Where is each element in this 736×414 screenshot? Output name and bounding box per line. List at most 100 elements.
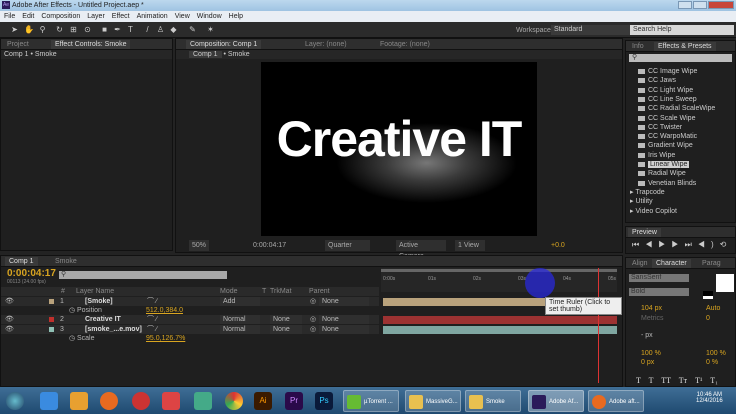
chrome-icon[interactable] <box>225 392 243 410</box>
layer-name[interactable]: [smoke_...e.mov] <box>85 325 142 334</box>
media-player-icon[interactable] <box>70 392 88 410</box>
menu-composition[interactable]: Composition <box>41 13 80 20</box>
pen-tool-icon[interactable]: ✒ <box>113 25 122 34</box>
layer-name[interactable]: Creative IT <box>85 315 121 324</box>
effects-folder[interactable]: ▸ Utility <box>630 197 653 206</box>
brush-tool-icon[interactable]: / <box>143 25 152 34</box>
menu-help[interactable]: Help <box>229 13 243 20</box>
faux-italic-button[interactable]: T <box>649 376 654 385</box>
all-caps-button[interactable]: TT <box>661 376 671 385</box>
parent-dropdown[interactable]: None <box>319 324 369 334</box>
exposure-value[interactable]: +0.0 <box>551 240 565 251</box>
tab-effects-presets[interactable]: Effects & Presets <box>654 42 716 51</box>
rotate-tool-icon[interactable]: ↻ <box>55 25 64 34</box>
mode-dropdown[interactable]: Normal <box>220 324 260 334</box>
menu-view[interactable]: View <box>175 13 190 20</box>
subscript-button[interactable]: T₁ <box>710 376 718 385</box>
layer-row[interactable]: 👁 1 [Smoke] ⌒ ∕ Add ◎ None <box>1 297 379 306</box>
network-icon[interactable] <box>194 392 212 410</box>
composition-viewer[interactable]: Creative IT <box>261 62 537 236</box>
tab-project[interactable]: Project <box>3 40 33 49</box>
eye-icon[interactable]: 👁 <box>5 315 14 324</box>
effect-item[interactable]: CC Jaws <box>636 76 676 85</box>
clone-stamp-tool-icon[interactable]: ♙ <box>156 25 165 34</box>
font-family-dropdown[interactable]: SansSerif <box>629 274 689 282</box>
menu-animation[interactable]: Animation <box>137 13 168 20</box>
eye-icon[interactable]: 👁 <box>5 325 14 334</box>
layer-duration-bar[interactable] <box>383 325 617 334</box>
trkmat-dropdown[interactable]: None <box>270 315 302 325</box>
photoshop-icon[interactable]: Ps <box>315 392 333 410</box>
search-help-input[interactable]: Search Help <box>630 25 734 35</box>
minimize-button[interactable] <box>678 1 692 9</box>
pickwhip-icon[interactable]: ◎ <box>310 297 316 306</box>
font-style-dropdown[interactable]: Bold <box>629 288 689 296</box>
effect-item[interactable]: CC Line Sweep <box>636 95 697 104</box>
downloader-icon[interactable] <box>132 392 150 410</box>
menu-edit[interactable]: Edit <box>22 13 34 20</box>
label-color[interactable] <box>49 317 54 323</box>
parent-dropdown[interactable]: None <box>319 315 369 325</box>
mode-dropdown[interactable]: Add <box>220 297 260 306</box>
tab-character[interactable]: Character <box>652 259 691 268</box>
clock[interactable]: 10:46 AM 12/4/2016 <box>696 392 723 404</box>
zoom-tool-icon[interactable]: ⚲ <box>38 25 47 34</box>
faux-bold-button[interactable]: T <box>636 376 641 385</box>
effect-item[interactable]: CC Light Wipe <box>636 86 693 95</box>
menu-file[interactable]: File <box>4 13 15 20</box>
eye-icon[interactable]: 👁 <box>5 297 14 306</box>
effect-item[interactable]: CC Radial ScaleWipe <box>636 104 715 113</box>
font-size-value[interactable]: 104 px <box>641 305 662 312</box>
switches[interactable]: ⌒ ∕ <box>147 325 157 334</box>
pickwhip-icon[interactable]: ◎ <box>310 325 316 334</box>
internet-explorer-icon[interactable] <box>40 392 58 410</box>
tab-composition[interactable]: Composition: Comp 1 <box>186 40 262 49</box>
maximize-button[interactable] <box>693 1 707 9</box>
switches[interactable]: ⌒ ∕ <box>147 297 157 306</box>
app-icon[interactable] <box>162 392 180 410</box>
zoom-dropdown[interactable]: 50% <box>189 240 210 251</box>
small-caps-button[interactable]: Tт <box>679 376 687 385</box>
pickwhip-icon[interactable]: ◎ <box>310 315 316 324</box>
parent-dropdown[interactable]: None <box>319 297 369 306</box>
roto-brush-tool-icon[interactable]: ✎ <box>188 25 197 34</box>
mode-dropdown[interactable]: Normal <box>220 315 260 325</box>
task-utorrent[interactable]: µTorrent ... <box>343 390 399 412</box>
camera-dropdown[interactable]: Active Camera <box>396 240 446 260</box>
hand-tool-icon[interactable]: ✋ <box>24 25 34 34</box>
timecode-display[interactable]: 0:00:04:17 <box>253 240 286 251</box>
firefox-icon[interactable] <box>100 392 118 410</box>
horizontal-scale-value[interactable]: 100 % <box>706 350 726 357</box>
tab-preview[interactable]: Preview <box>628 228 661 237</box>
tab-comp1-timeline[interactable]: Comp 1 <box>5 257 38 266</box>
menu-layer[interactable]: Layer <box>87 13 105 20</box>
fill-color-swatch[interactable] <box>716 274 734 292</box>
tab-smoke-timeline[interactable]: Smoke <box>51 257 81 266</box>
tab-effect-controls[interactable]: Effect Controls: Smoke <box>51 40 131 49</box>
task-firefox[interactable]: Adobe aft... <box>588 390 644 412</box>
leading-value[interactable]: Auto <box>706 305 720 312</box>
selection-tool-icon[interactable]: ➤ <box>10 25 19 34</box>
tab-align[interactable]: Align <box>628 259 652 268</box>
kerning-value[interactable]: Metrics <box>641 315 664 322</box>
layer-row[interactable]: 👁 3 [smoke_...e.mov] ⌒ ∕ Normal None ◎ None <box>1 324 379 334</box>
switches[interactable]: ⌒ ∕ <box>147 315 157 324</box>
menu-effect[interactable]: Effect <box>112 13 130 20</box>
stroke-color-swatch[interactable] <box>703 291 713 299</box>
effects-folder[interactable]: ▸ Video Copilot <box>630 207 677 216</box>
stopwatch-icon[interactable]: ◷ <box>69 334 75 343</box>
playback-controls[interactable]: ⏮◀▶▶⏭◀)⟲ <box>632 240 732 250</box>
effect-item[interactable]: Venetian Blinds <box>636 179 696 188</box>
puppet-tool-icon[interactable]: ✶ <box>206 25 215 34</box>
illustrator-icon[interactable]: Ai <box>254 392 272 410</box>
label-color[interactable] <box>49 326 54 332</box>
rectangle-tool-icon[interactable]: ■ <box>100 25 109 34</box>
effect-item[interactable]: CC Image Wipe <box>636 67 697 76</box>
work-area-bar[interactable] <box>381 269 617 272</box>
property-value[interactable]: 512.0,384.0 <box>146 306 183 315</box>
current-timecode[interactable]: 0:00:04:17 <box>7 268 56 279</box>
eraser-tool-icon[interactable]: ◆ <box>169 25 178 34</box>
layer-duration-bar[interactable] <box>383 316 617 325</box>
stroke-width-value[interactable]: - px <box>641 332 653 339</box>
tsume-value[interactable]: 0 % <box>706 359 718 366</box>
